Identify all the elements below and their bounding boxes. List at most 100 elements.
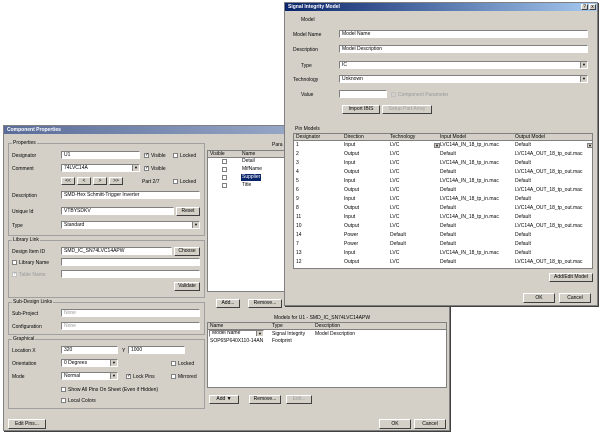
- col-model-type[interactable]: Type: [272, 323, 283, 329]
- col-direction[interactable]: Direction: [344, 134, 364, 140]
- chevron-down-icon[interactable]: ▼: [256, 331, 263, 336]
- library-name-input[interactable]: [61, 258, 200, 266]
- unique-id-input[interactable]: VTBYSDKV: [61, 207, 174, 215]
- lock-pins-checkbox[interactable]: ✓: [126, 374, 131, 379]
- col-designator[interactable]: Designator: [296, 134, 320, 140]
- part-next-button[interactable]: >: [93, 177, 107, 185]
- parameter-visible-checkbox[interactable]: [222, 159, 227, 164]
- pin-output-model: Default: [515, 250, 531, 256]
- pin-model-row[interactable]: 3 Input LVC LVC14A_IN_18_tp_in.mac Default: [294, 160, 592, 167]
- location-x-input[interactable]: 320: [61, 346, 118, 354]
- local-colors-checkbox[interactable]: [61, 398, 66, 403]
- chevron-down-icon[interactable]: ▼: [580, 76, 587, 82]
- type-combo[interactable]: Standard ▼: [61, 221, 200, 229]
- pin-model-row[interactable]: 13 Input LVC LVC14A_IN_18_tp_in.mac Default: [294, 250, 592, 257]
- comment-visible-checkbox[interactable]: ✓: [144, 166, 149, 171]
- parameter-visible-checkbox[interactable]: [222, 183, 227, 188]
- close-icon[interactable]: x: [589, 4, 596, 10]
- library-name-checkbox[interactable]: [12, 260, 17, 265]
- chevron-down-icon[interactable]: ▼: [132, 165, 139, 171]
- location-y-input[interactable]: 1000: [128, 346, 185, 354]
- chevron-down-icon[interactable]: ▼: [110, 373, 117, 379]
- pin-model-row[interactable]: 9 Input LVC LVC14A_IN_18_tp_in.mac Default: [294, 196, 592, 203]
- part-prev-button[interactable]: <: [77, 177, 91, 185]
- location-y-label: Y: [122, 348, 126, 354]
- locked-checkbox[interactable]: [171, 361, 176, 366]
- si-ok-button[interactable]: OK: [523, 293, 555, 303]
- part-last-button[interactable]: >>: [109, 177, 123, 185]
- col-model-description[interactable]: Description: [315, 323, 340, 329]
- chevron-down-icon[interactable]: ▼: [434, 143, 440, 148]
- col-output-model[interactable]: Output Model: [515, 134, 545, 140]
- pin-input-model: LVC14A_IN_18_tp_in.mac: [440, 178, 499, 184]
- si-type-combo[interactable]: IC ▼: [339, 61, 588, 69]
- pin-technology: LVC: [390, 178, 400, 184]
- sub-project-input[interactable]: None: [61, 309, 200, 317]
- pin-technology: LVC: [390, 169, 400, 175]
- parameter-visible-checkbox[interactable]: [222, 175, 227, 180]
- pin-model-row[interactable]: 11 Input LVC LVC14A_IN_18_tp_in.mac Default: [294, 214, 592, 221]
- model-row[interactable]: SOP65P640X110-14AN Footprint: [208, 338, 446, 345]
- edit-model-button[interactable]: Edit...: [286, 395, 312, 404]
- graphical-title: Graphical: [12, 336, 36, 342]
- cp-cancel-button[interactable]: Cancel: [414, 419, 446, 429]
- si-description-input[interactable]: Model Description: [339, 45, 588, 53]
- model-name-input[interactable]: Model Name: [339, 30, 588, 38]
- design-item-input[interactable]: SMD_IC_SN74LVC14APW: [61, 247, 172, 255]
- import-ibis-button[interactable]: Import IBIS: [342, 105, 380, 114]
- add-parameter-button[interactable]: Add...: [216, 299, 240, 308]
- pin-model-row[interactable]: 7 Power Default Default Default: [294, 241, 592, 248]
- part-locked-checkbox[interactable]: [173, 179, 178, 184]
- parameter-visible-checkbox[interactable]: [222, 167, 227, 172]
- validate-button[interactable]: Validate: [174, 282, 200, 291]
- pin-model-row[interactable]: 5 Input LVC LVC14A_IN_18_tp_in.mac Default: [294, 178, 592, 185]
- col-visible[interactable]: Visible: [210, 151, 225, 157]
- si-cancel-button[interactable]: Cancel: [559, 293, 591, 303]
- pin-model-row[interactable]: 12 Output LVC Default LVC14A_OUT_18_tp_out.m…: [294, 259, 592, 266]
- col-input-model[interactable]: Input Model: [440, 134, 466, 140]
- help-icon[interactable]: ?: [581, 4, 588, 10]
- pin-designator: 2: [296, 151, 299, 157]
- remove-model-button[interactable]: Remove...: [249, 395, 281, 404]
- add-edit-model-button[interactable]: Add/Edit Model: [549, 273, 593, 282]
- show-all-pins-checkbox[interactable]: [61, 387, 66, 392]
- chevron-down-icon[interactable]: ▼: [580, 62, 587, 68]
- description-input[interactable]: SMD-Hex Schmitt-Trigger Inverter: [61, 191, 200, 199]
- designator-visible-checkbox[interactable]: ✓: [144, 153, 149, 158]
- col-technology[interactable]: Technology: [390, 134, 415, 140]
- mode-combo[interactable]: Normal ▼: [61, 372, 118, 380]
- pin-model-row[interactable]: 6 Output LVC Default LVC14A_OUT_18_tp_out.ma…: [294, 187, 592, 194]
- col-name[interactable]: Name: [242, 151, 255, 157]
- chevron-down-icon[interactable]: ▼: [192, 222, 199, 228]
- pin-model-row[interactable]: 10 Output LVC Default LVC14A_OUT_18_tp_out.m…: [294, 223, 592, 230]
- designator-locked-checkbox[interactable]: [173, 153, 178, 158]
- choose-button[interactable]: Choose: [174, 247, 200, 256]
- cp-ok-button[interactable]: OK: [379, 419, 411, 429]
- remove-parameter-button[interactable]: Remove...: [248, 299, 282, 308]
- part-first-button[interactable]: <<: [61, 177, 75, 185]
- edit-pins-button[interactable]: Edit Pins...: [8, 419, 46, 429]
- pin-model-row[interactable]: 14 Power Default Default Default: [294, 232, 592, 239]
- chevron-down-icon[interactable]: ▼: [587, 143, 593, 148]
- value-input[interactable]: [339, 90, 387, 98]
- designator-input[interactable]: U1: [61, 151, 140, 159]
- setup-part-array-button[interactable]: Setup Part Array: [382, 105, 432, 114]
- col-model-name[interactable]: Name: [210, 323, 223, 329]
- comment-combo[interactable]: 74LVC14A ▼: [61, 164, 140, 172]
- pin-model-row[interactable]: 4 Output LVC Default LVC14A_OUT_18_tp_out.ma…: [294, 169, 592, 176]
- pin-model-row[interactable]: 1 Input LVC LVC14A_IN_18_tp_in.mac Default ▼ ▼: [294, 142, 593, 149]
- add-model-button[interactable]: Add ▼: [209, 395, 239, 404]
- model-name-combo[interactable]: Model Name ▼: [209, 330, 264, 337]
- reset-button[interactable]: Reset: [176, 207, 200, 216]
- pin-technology: Default: [390, 232, 406, 238]
- sub-project-label: Sub-Project: [12, 311, 39, 317]
- mirrored-checkbox[interactable]: [171, 374, 176, 379]
- chevron-down-icon[interactable]: ▼: [110, 360, 117, 366]
- pin-model-row[interactable]: 8 Output LVC Default LVC14A_OUT_18_tp_out.ma…: [294, 205, 592, 212]
- model-type-value: Signal Integrity: [272, 331, 306, 337]
- technology-combo[interactable]: Unknown ▼: [339, 75, 588, 83]
- orientation-combo[interactable]: 0 Degrees ▼: [61, 359, 118, 367]
- pin-model-row[interactable]: 2 Output LVC Default LVC14A_OUT_18_tp_out.ma…: [294, 151, 592, 158]
- parameters-tab[interactable]: Para: [272, 142, 283, 148]
- configuration-input[interactable]: None: [61, 322, 200, 330]
